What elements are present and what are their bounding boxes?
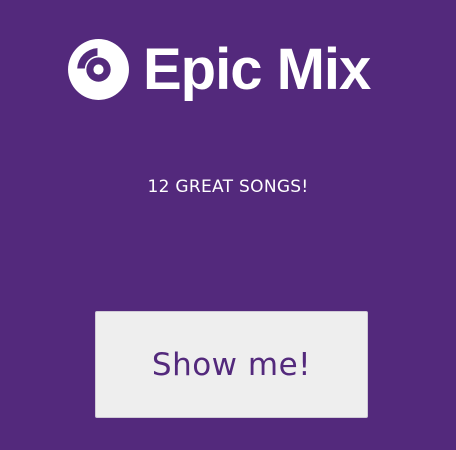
app-header: Epic Mix bbox=[66, 37, 371, 102]
show-me-button[interactable]: Show me! bbox=[95, 311, 368, 418]
disc-icon bbox=[68, 39, 129, 100]
app-title: Epic Mix bbox=[143, 37, 371, 102]
tagline-text: 12 GREAT SONGS! bbox=[147, 177, 309, 197]
